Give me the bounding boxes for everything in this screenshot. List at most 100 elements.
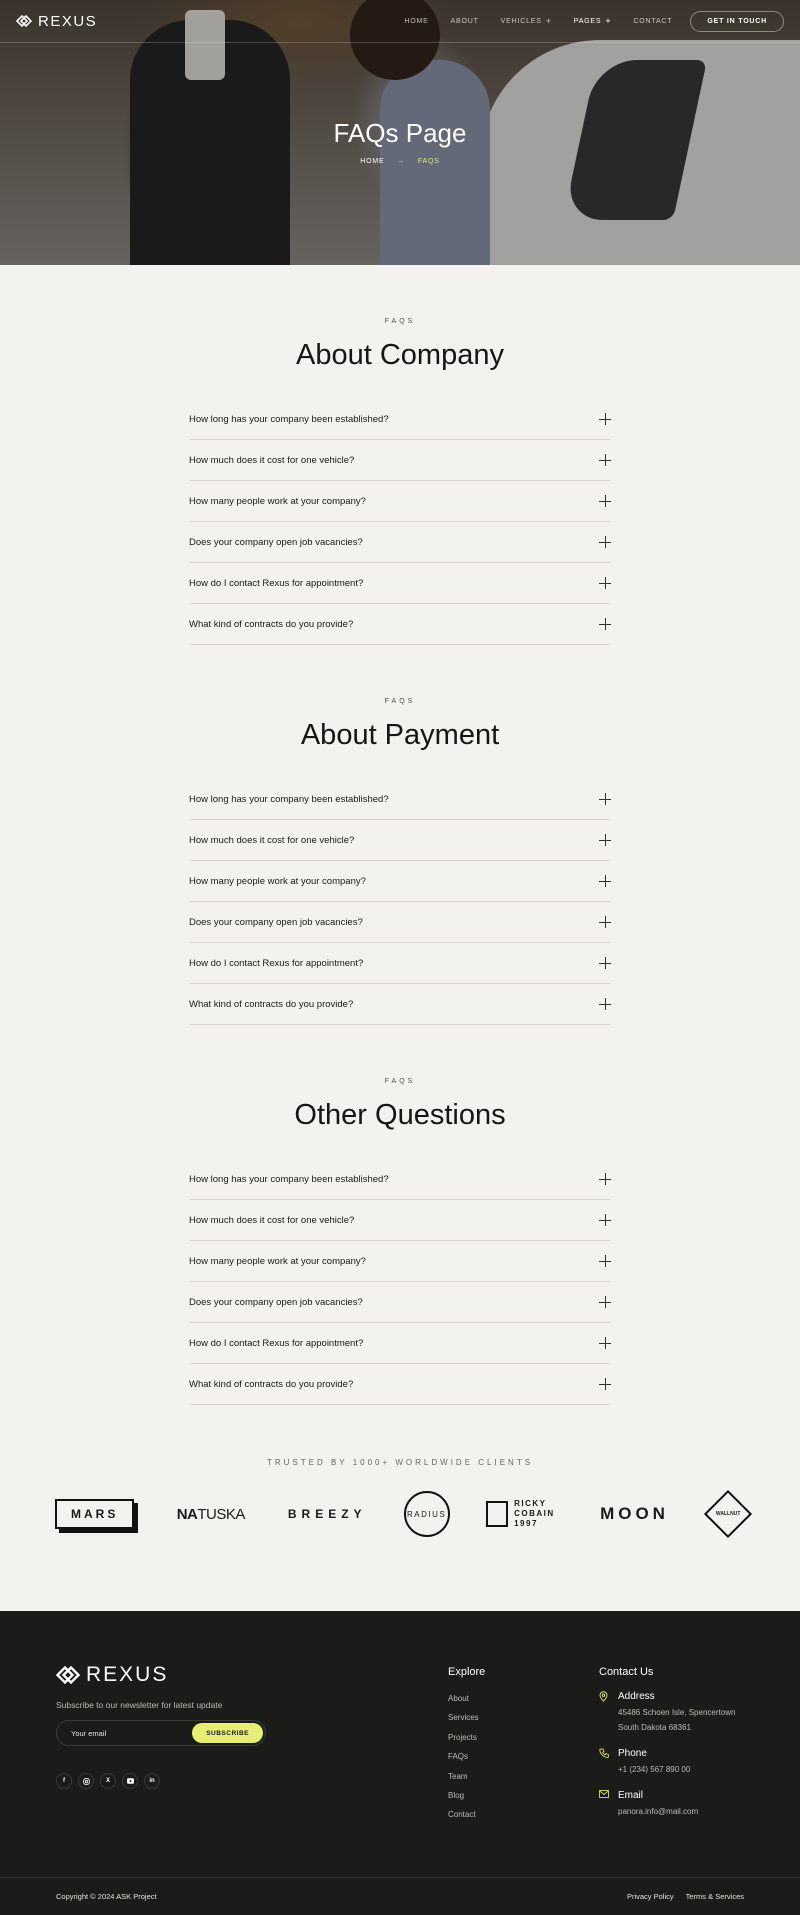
faq-question: How do I contact Rexus for appointment? xyxy=(189,1337,364,1349)
phone-icon xyxy=(599,1748,609,1761)
plus-icon xyxy=(599,1255,611,1267)
faq-item[interactable]: Does your company open job vacancies? xyxy=(189,522,611,563)
newsletter-text: Subscribe to our newsletter for latest u… xyxy=(56,1700,223,1710)
footer-link-services[interactable]: Services xyxy=(448,1708,485,1727)
x-twitter-icon[interactable]: X xyxy=(100,1773,116,1789)
faq-item[interactable]: Does your company open job vacancies? xyxy=(189,1282,611,1323)
footer-link-blog[interactable]: Blog xyxy=(448,1786,485,1805)
contact-phone: Phone +1 (234) 567 890 00 xyxy=(599,1748,789,1777)
plus-icon xyxy=(599,875,611,887)
nav-item-about[interactable]: ABOUT xyxy=(451,16,479,26)
faq-question: How many people work at your company? xyxy=(189,495,366,507)
explore-title: Explore xyxy=(448,1666,486,1678)
faq-section-company: FAQS About Company How long has your com… xyxy=(0,265,800,645)
plus-icon xyxy=(599,793,611,805)
faq-question: Does your company open job vacancies? xyxy=(189,536,363,548)
faq-item[interactable]: How long has your company been establish… xyxy=(189,779,611,820)
nav-item-home[interactable]: HOME xyxy=(404,16,428,26)
footer-logo[interactable]: REXUS xyxy=(56,1663,168,1687)
site-logo[interactable]: REXUS xyxy=(16,13,97,30)
get-in-touch-button[interactable]: GET IN TOUCH xyxy=(690,10,784,32)
faq-question: How do I contact Rexus for appointment? xyxy=(189,957,364,969)
faq-item[interactable]: How much does it cost for one vehicle? xyxy=(189,440,611,481)
faq-item[interactable]: How many people work at your company? xyxy=(189,861,611,902)
breadcrumb-arrow-icon: → xyxy=(397,158,406,165)
footer-link-team[interactable]: Team xyxy=(448,1767,485,1786)
faq-item[interactable]: How do I contact Rexus for appointment? xyxy=(189,563,611,604)
facebook-icon[interactable]: f xyxy=(56,1773,72,1789)
plus-icon xyxy=(599,577,611,589)
subscribe-button[interactable]: SUBSCRIBE xyxy=(192,1723,263,1743)
section-title: About Company xyxy=(296,339,504,371)
plus-icon xyxy=(599,1337,611,1349)
faq-list: How long has your company been establish… xyxy=(189,399,611,645)
footer-logo-wrap: REXUS xyxy=(56,1663,168,1687)
phone-value[interactable]: +1 (234) 567 890 00 xyxy=(618,1762,789,1777)
footer-link-contact[interactable]: Contact xyxy=(448,1805,485,1824)
faq-question: How many people work at your company? xyxy=(189,1255,366,1267)
hero-banner: REXUS HOME ABOUT VEHICLES + PAGES + CONTAC… xyxy=(0,0,800,265)
plus-icon xyxy=(599,536,611,548)
faq-item[interactable]: How do I contact Rexus for appointment? xyxy=(189,943,611,984)
nav-item-contact[interactable]: CONTACT xyxy=(633,16,672,26)
youtube-icon[interactable] xyxy=(122,1773,138,1789)
footer-link-faqs[interactable]: FAQs xyxy=(448,1747,485,1766)
legal-links: Privacy Policy Terms & Services xyxy=(627,1892,744,1901)
terms-services-link[interactable]: Terms & Services xyxy=(686,1892,744,1901)
nav-menu: HOME ABOUT VEHICLES + PAGES + CONTACT xyxy=(404,16,672,26)
faq-question: How do I contact Rexus for appointment? xyxy=(189,577,364,589)
faq-item[interactable]: How many people work at your company? xyxy=(189,481,611,522)
plus-icon xyxy=(599,454,611,466)
logo-text: REXUS xyxy=(38,12,98,30)
faq-question: How much does it cost for one vehicle? xyxy=(189,1214,355,1226)
section-eyebrow: FAQS xyxy=(384,318,416,325)
explore-links: About Services Projects FAQs Team Blog C… xyxy=(448,1689,485,1825)
plus-icon xyxy=(599,998,611,1010)
plus-icon: + xyxy=(545,16,552,26)
nav-item-vehicles[interactable]: VEHICLES + xyxy=(501,16,552,26)
linkedin-icon[interactable]: in xyxy=(144,1773,160,1789)
faq-item[interactable]: What kind of contracts do you provide? xyxy=(189,984,611,1025)
section-title: About Payment xyxy=(300,719,500,751)
contact-address: Address 45486 Schoen Isle, Spencertown S… xyxy=(599,1691,789,1735)
footer-link-about[interactable]: About xyxy=(448,1689,485,1708)
privacy-policy-link[interactable]: Privacy Policy xyxy=(627,1892,674,1901)
breadcrumb-home[interactable]: HOME xyxy=(360,158,384,165)
plus-icon xyxy=(599,1214,611,1226)
faq-item[interactable]: How long has your company been establish… xyxy=(189,1159,611,1200)
faq-question: How much does it cost for one vehicle? xyxy=(189,454,355,466)
faq-item[interactable]: How do I contact Rexus for appointment? xyxy=(189,1323,611,1364)
faq-item[interactable]: How much does it cost for one vehicle? xyxy=(189,1200,611,1241)
faq-question: How long has your company been establish… xyxy=(189,793,389,805)
faq-item[interactable]: How many people work at your company? xyxy=(189,1241,611,1282)
instagram-icon[interactable] xyxy=(78,1773,94,1789)
contact-email: Email panora.info@mail.com xyxy=(599,1790,789,1819)
faq-item[interactable]: What kind of contracts do you provide? xyxy=(189,604,611,645)
email-value[interactable]: panora.info@mail.com xyxy=(618,1804,789,1819)
faq-item[interactable]: Does your company open job vacancies? xyxy=(189,902,611,943)
faq-question: How much does it cost for one vehicle? xyxy=(189,834,355,846)
faq-question: Does your company open job vacancies? xyxy=(189,916,363,928)
site-footer: REXUS Subscribe to our newsletter for la… xyxy=(0,1611,800,1915)
footer-link-projects[interactable]: Projects xyxy=(448,1728,485,1747)
faq-list: How long has your company been establish… xyxy=(189,1159,611,1405)
plus-icon xyxy=(599,1173,611,1185)
footer-explore: Explore About Services Projects FAQs Tea… xyxy=(448,1666,485,1825)
breadcrumb-current: FAQS xyxy=(417,158,440,165)
faq-item[interactable]: How long has your company been establish… xyxy=(189,399,611,440)
plus-icon xyxy=(599,1296,611,1308)
faq-question: What kind of contracts do you provide? xyxy=(189,618,354,630)
nav-item-pages[interactable]: PAGES + xyxy=(574,16,612,26)
plus-icon xyxy=(599,413,611,425)
copyright: Copyright © 2024 ASK Project xyxy=(56,1892,157,1901)
logo-icon xyxy=(16,15,32,27)
top-nav: REXUS HOME ABOUT VEHICLES + PAGES + CONTAC… xyxy=(0,0,800,42)
faq-question: How long has your company been establish… xyxy=(189,413,389,425)
faq-item[interactable]: How much does it cost for one vehicle? xyxy=(189,820,611,861)
email-input[interactable]: Your email xyxy=(71,1729,106,1738)
footer-contact: Contact Us Address 45486 Schoen Isle, Sp… xyxy=(599,1666,789,1819)
plus-icon xyxy=(599,916,611,928)
faq-item[interactable]: What kind of contracts do you provide? xyxy=(189,1364,611,1405)
section-eyebrow: FAQS xyxy=(384,1078,416,1085)
footer-divider xyxy=(0,1877,800,1878)
